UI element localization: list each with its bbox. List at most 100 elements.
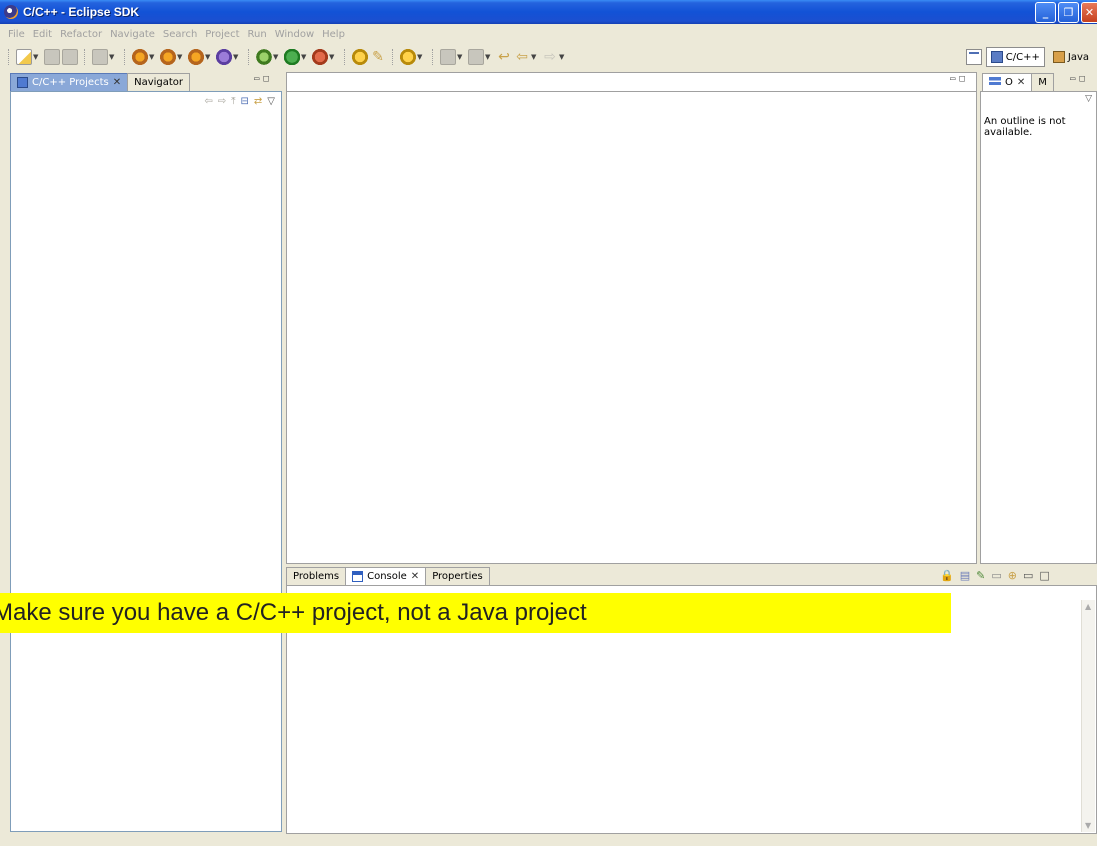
- tab-console[interactable]: Console ✕: [345, 567, 427, 585]
- pen-icon[interactable]: ✎: [370, 49, 386, 65]
- close-icon[interactable]: ✕: [411, 571, 419, 582]
- menu-edit[interactable]: Edit: [29, 29, 56, 40]
- tab-properties-label: Properties: [432, 571, 483, 582]
- open-console-icon[interactable]: ⊕: [1008, 569, 1017, 582]
- minimize-button[interactable]: _: [1035, 2, 1056, 23]
- menu-file[interactable]: File: [4, 29, 29, 40]
- title-bar: C/C++ - Eclipse SDK _ ❐ ✕: [0, 0, 1097, 24]
- open-perspective-icon[interactable]: [965, 49, 982, 65]
- tab-navigator[interactable]: Navigator: [127, 73, 191, 91]
- menu-refactor[interactable]: Refactor: [56, 29, 106, 40]
- dropdown-arrow-icon[interactable]: ▼: [329, 53, 335, 61]
- scroll-down-icon[interactable]: ▼: [1085, 821, 1091, 830]
- save-icon[interactable]: [44, 49, 60, 65]
- outline-icon: [989, 77, 1001, 88]
- maximize-view-icon[interactable]: □: [959, 74, 964, 84]
- previous-annotation-icon[interactable]: [468, 49, 484, 65]
- dropdown-arrow-icon[interactable]: ▼: [273, 53, 279, 61]
- back-icon[interactable]: ⇦: [204, 96, 212, 107]
- perspective-java-label: Java: [1067, 51, 1089, 63]
- dropdown-arrow-icon[interactable]: ▼: [417, 53, 423, 61]
- menu-navigate[interactable]: Navigate: [106, 29, 159, 40]
- close-button[interactable]: ✕: [1081, 2, 1097, 23]
- close-icon[interactable]: ✕: [113, 77, 121, 88]
- dropdown-arrow-icon[interactable]: ▼: [559, 53, 565, 61]
- view-menu-icon[interactable]: ▽: [267, 96, 275, 107]
- new-folder-icon[interactable]: [160, 49, 176, 65]
- dropdown-arrow-icon[interactable]: ▼: [531, 53, 537, 61]
- window-title: C/C++ - Eclipse SDK: [23, 5, 140, 19]
- minimize-view-icon[interactable]: ▭: [950, 74, 955, 84]
- maximize-view-icon[interactable]: □: [1079, 74, 1084, 84]
- scroll-up-icon[interactable]: ▲: [1085, 602, 1091, 611]
- tab-navigator-label: Navigator: [134, 77, 184, 88]
- dropdown-arrow-icon[interactable]: ▼: [457, 53, 463, 61]
- new-icon[interactable]: [16, 49, 32, 65]
- annotation-banner: Make sure you have a C/C++ project, not …: [0, 593, 951, 633]
- new-file-icon[interactable]: [188, 49, 204, 65]
- editor-controls: ▭ □: [950, 74, 965, 84]
- console-scrollbar[interactable]: ▲ ▼: [1081, 600, 1095, 832]
- dropdown-arrow-icon[interactable]: ▼: [177, 53, 183, 61]
- back-icon[interactable]: ⇦: [514, 49, 530, 65]
- dropdown-arrow-icon[interactable]: ▼: [109, 53, 115, 61]
- new-class-icon[interactable]: [216, 49, 232, 65]
- open-type-icon[interactable]: [352, 49, 368, 65]
- link-editor-icon[interactable]: ⇄: [254, 96, 262, 107]
- close-icon[interactable]: ✕: [1017, 77, 1025, 88]
- dropdown-arrow-icon[interactable]: ▼: [149, 53, 155, 61]
- dropdown-arrow-icon[interactable]: ▼: [233, 53, 239, 61]
- view-menu-icon[interactable]: ▽: [1085, 94, 1092, 104]
- menu-search[interactable]: Search: [159, 29, 201, 40]
- last-edit-icon[interactable]: ↩: [496, 49, 512, 65]
- tab-problems[interactable]: Problems: [286, 567, 347, 585]
- forward-icon[interactable]: ⇨: [542, 49, 558, 65]
- dropdown-arrow-icon[interactable]: ▼: [485, 53, 491, 61]
- tab-make-targets[interactable]: M: [1031, 73, 1054, 91]
- dropdown-arrow-icon[interactable]: ▼: [33, 53, 39, 61]
- perspective-bar: C/C++ Java: [965, 47, 1093, 67]
- run-icon[interactable]: [284, 49, 300, 65]
- outline-panel-tabs: O ✕ M: [982, 72, 1054, 91]
- tab-properties[interactable]: Properties: [425, 567, 490, 585]
- outline-controls: ▭ □: [1070, 74, 1085, 84]
- bottom-panel-tabs: Problems Console ✕ Properties: [286, 566, 490, 585]
- next-annotation-icon[interactable]: [440, 49, 456, 65]
- dropdown-arrow-icon[interactable]: ▼: [301, 53, 307, 61]
- menu-help[interactable]: Help: [318, 29, 349, 40]
- pin-console-icon[interactable]: ✎: [976, 569, 985, 582]
- debug-icon[interactable]: [256, 49, 272, 65]
- up-icon[interactable]: ⤒: [231, 96, 235, 107]
- build-icon[interactable]: [92, 49, 108, 65]
- search-icon[interactable]: [400, 49, 416, 65]
- clear-console-icon[interactable]: ▤: [960, 569, 970, 582]
- collapse-all-icon[interactable]: ⊟: [241, 96, 249, 107]
- java-perspective-icon: [1052, 51, 1065, 63]
- annotation-text: Make sure you have a C/C++ project, not …: [0, 599, 587, 626]
- eclipse-icon: [4, 5, 18, 19]
- menu-project[interactable]: Project: [201, 29, 243, 40]
- tab-outline[interactable]: O ✕: [982, 73, 1033, 91]
- forward-icon[interactable]: ⇨: [218, 96, 226, 107]
- perspective-java[interactable]: Java: [1049, 47, 1093, 67]
- maximize-view-icon[interactable]: □: [263, 74, 268, 84]
- dropdown-arrow-icon[interactable]: ▼: [205, 53, 211, 61]
- tab-cpp-projects[interactable]: C/C++ Projects ✕: [10, 73, 129, 91]
- minimize-view-icon[interactable]: ▭: [1023, 569, 1033, 582]
- new-project-icon[interactable]: [132, 49, 148, 65]
- perspective-cpp[interactable]: C/C++: [985, 47, 1045, 67]
- restore-button[interactable]: ❐: [1058, 2, 1079, 23]
- minimize-view-icon[interactable]: ▭: [254, 74, 259, 84]
- minimize-view-icon[interactable]: ▭: [1070, 74, 1075, 84]
- left-panel-tabs: C/C++ Projects ✕ Navigator: [10, 72, 191, 91]
- left-panel-controls: ▭ □: [254, 74, 269, 84]
- scroll-lock-icon[interactable]: 🔒: [940, 569, 954, 582]
- maximize-view-icon[interactable]: □: [1039, 569, 1049, 582]
- menu-run[interactable]: Run: [244, 29, 271, 40]
- toolbar-separator: [432, 49, 434, 65]
- cpp-projects-icon: [17, 77, 28, 88]
- display-console-icon[interactable]: ▭: [991, 569, 1001, 582]
- external-tools-icon[interactable]: [312, 49, 328, 65]
- menu-window[interactable]: Window: [271, 29, 318, 40]
- print-icon[interactable]: [62, 49, 78, 65]
